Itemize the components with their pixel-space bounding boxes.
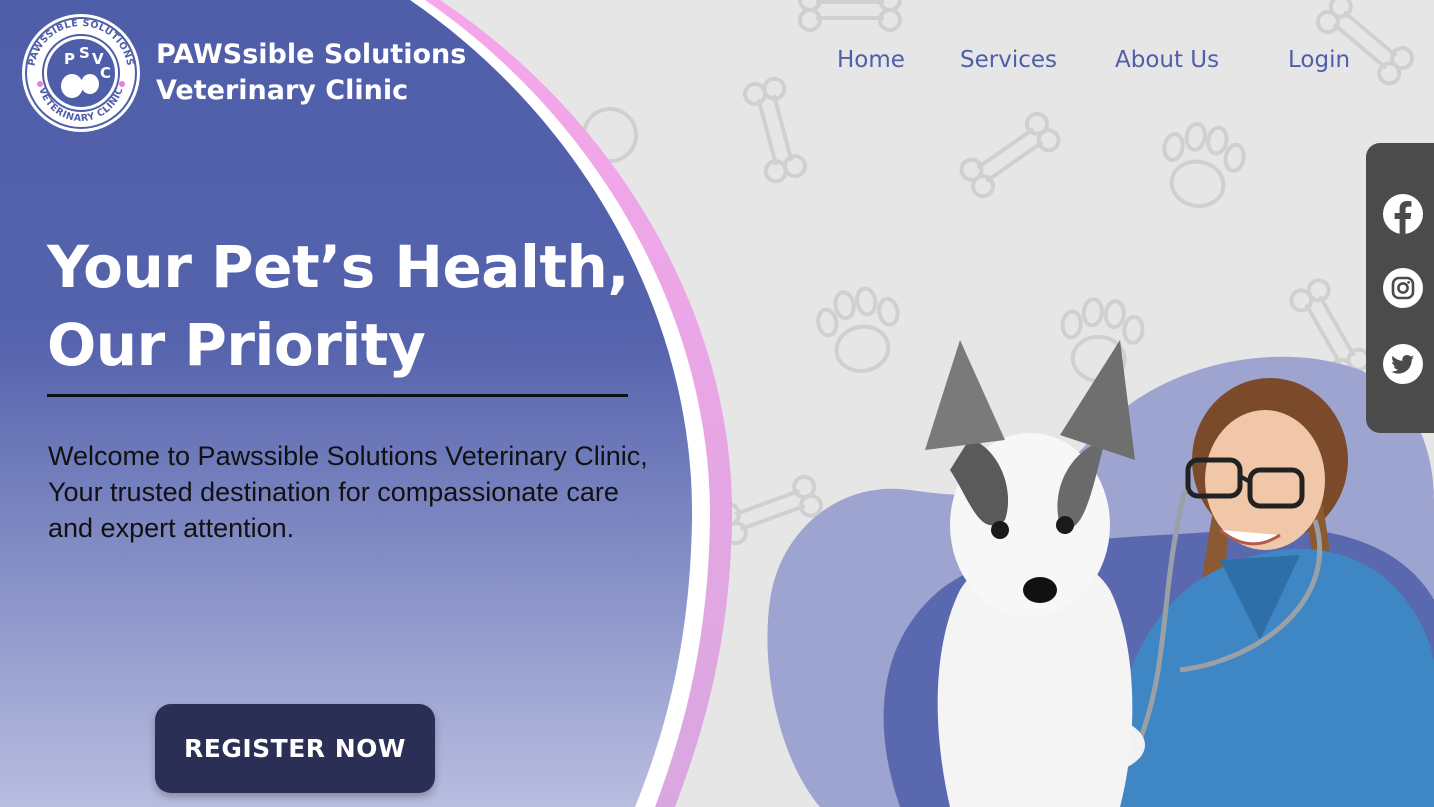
main-nav: Home Services About Us Login	[820, 42, 1380, 82]
logo-letter-s: S	[79, 44, 90, 62]
brand-name: PAWSsible Solutions Veterinary Clinic	[156, 37, 476, 109]
hero-headline-line1: Your Pet’s Health,	[47, 233, 629, 301]
headline-divider	[47, 394, 628, 397]
logo-letter-p: P	[64, 50, 75, 68]
instagram-icon[interactable]	[1382, 267, 1424, 309]
nav-home[interactable]: Home	[837, 42, 905, 78]
brand-name-line1: PAWSsible Solutions	[156, 39, 467, 70]
logo-year: MMXXIII	[71, 102, 91, 108]
hero-headline-line2: Our Priority	[47, 311, 426, 379]
brand-name-line2: Veterinary Clinic	[156, 75, 409, 106]
clinic-logo: PAWSSIBLE SOLUTIONS VETERINARY CLINIC P …	[22, 14, 140, 132]
twitter-icon[interactable]	[1382, 343, 1424, 385]
vet-with-dog-image	[767, 340, 1434, 807]
hero-headline: Your Pet’s Health, Our Priority	[47, 228, 687, 384]
brand[interactable]: PAWSSIBLE SOLUTIONS VETERINARY CLINIC P …	[20, 12, 476, 134]
nav-about-us[interactable]: About Us	[1115, 42, 1219, 78]
facebook-icon[interactable]	[1382, 193, 1424, 235]
logo-letter-c: C	[100, 64, 111, 82]
hero-intro: Welcome to Pawssible Solutions Veterinar…	[48, 441, 648, 543]
nav-login[interactable]: Login	[1288, 42, 1350, 78]
social-sidebar	[1366, 143, 1434, 433]
nav-services[interactable]: Services	[960, 42, 1057, 78]
register-now-button[interactable]: REGISTER NOW	[155, 704, 435, 793]
